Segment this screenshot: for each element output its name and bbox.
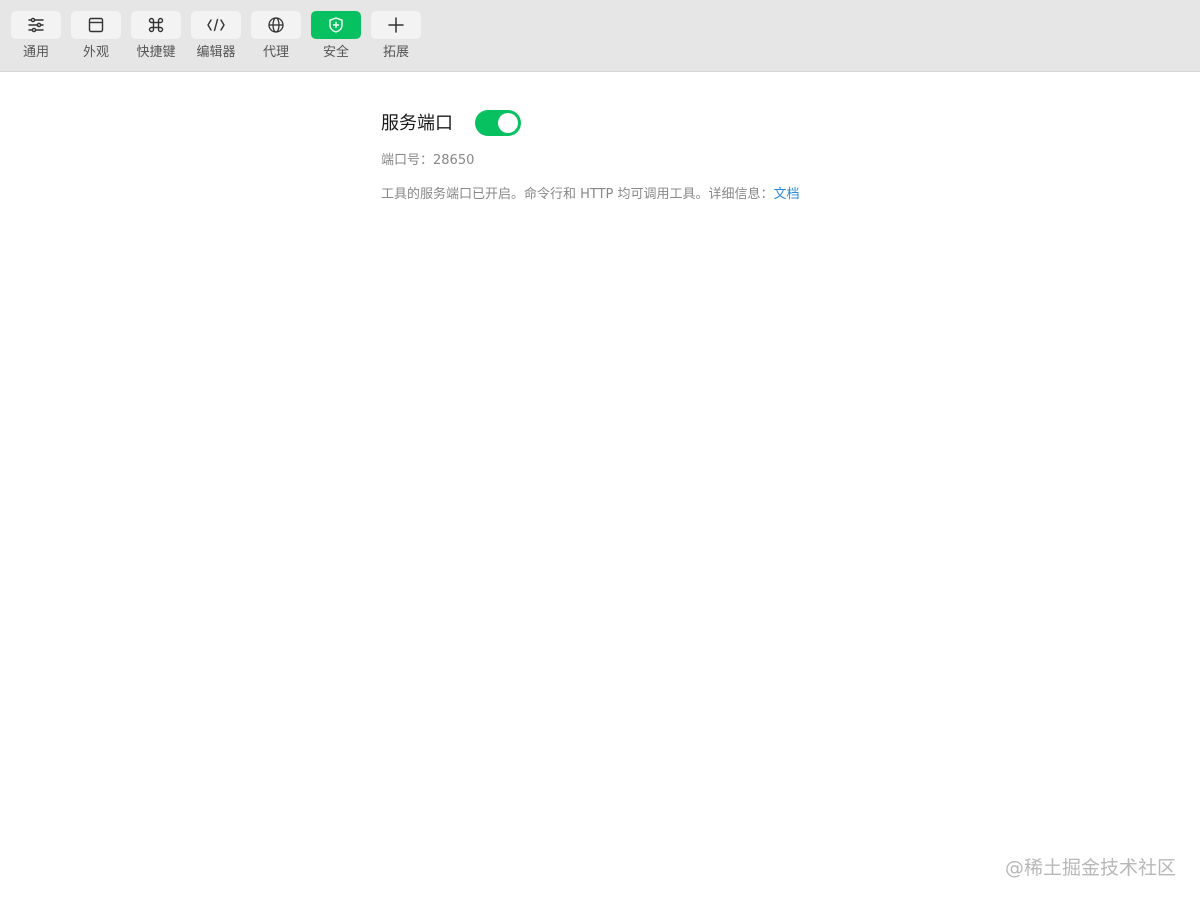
watermark: @稀土掘金技术社区 [1004,857,1176,879]
tab-proxy[interactable]: 代理 [250,10,302,66]
tab-shortcuts[interactable]: 快捷键 [130,10,182,66]
service-port-toggle[interactable] [475,110,521,136]
service-port-description: 工具的服务端口已开启。命令行和 HTTP 均可调用工具。详细信息：文档 [381,186,800,204]
security-panel: 服务端口 端口号：28650 工具的服务端口已开启。命令行和 HTTP 均可调用… [381,108,1081,202]
port-value: 28650 [433,153,475,168]
service-port-row: 服务端口 [381,108,1081,138]
tab-extensions[interactable]: 拓展 [370,10,422,66]
tab-shortcuts-label: 快捷键 [136,45,176,60]
tab-security[interactable]: 安全 [310,10,362,66]
tab-general-label: 通用 [22,45,49,60]
description-text: 工具的服务端口已开启。命令行和 HTTP 均可调用工具。详细信息： [381,187,774,202]
tab-editor-label: 编辑器 [196,45,236,60]
settings-toolbar: 通用 外观 快捷键 编辑器 代理 安全 拓展 [0,0,1200,72]
port-number-line: 端口号：28650 [381,152,474,170]
window-icon [71,11,121,39]
tab-extensions-label: 拓展 [382,45,409,60]
code-icon [191,11,241,39]
tab-proxy-label: 代理 [262,45,289,60]
service-port-title: 服务端口 [381,113,453,134]
tab-general[interactable]: 通用 [10,10,62,66]
tab-appearance[interactable]: 外观 [70,10,122,66]
docs-link[interactable]: 文档 [774,187,800,202]
command-key-icon [131,11,181,39]
globe-icon [251,11,301,39]
port-label: 端口号： [381,153,434,168]
tab-appearance-label: 外观 [82,45,109,60]
plus-icon [371,11,421,39]
toggle-knob [498,113,518,133]
sliders-icon [11,11,61,39]
tab-security-label: 安全 [322,45,349,60]
shield-icon [311,11,361,39]
tab-editor[interactable]: 编辑器 [190,10,242,66]
